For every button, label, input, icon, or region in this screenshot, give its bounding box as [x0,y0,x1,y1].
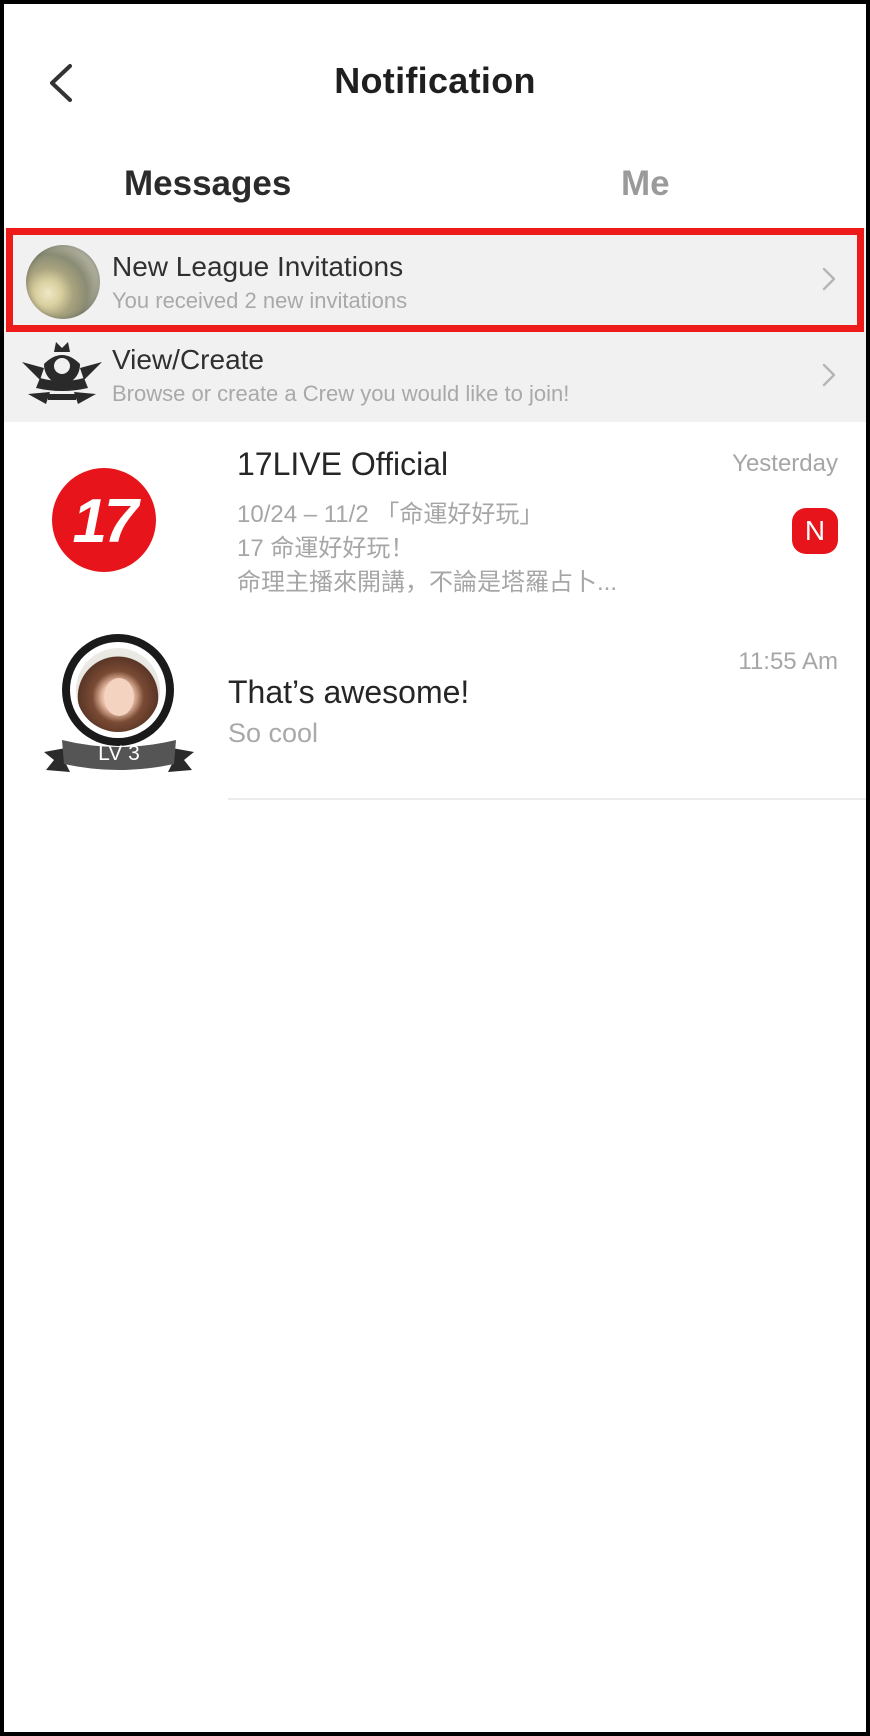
logo-text: 17 [72,487,139,556]
tab-me[interactable]: Me [621,164,670,204]
crew-view-create-row[interactable]: View/Create Browse or create a Crew you … [4,326,866,422]
message-preview-line: 命理主播來開講，不論是塔羅占卜... [237,569,618,596]
divider [228,798,866,800]
user-face [104,678,134,716]
chevron-right-icon [822,363,836,387]
level-label: LV 3 [98,742,140,765]
crew-emblem-icon [22,342,102,404]
new-badge-icon: N [792,508,838,554]
message-preview-line: 10/24 – 11/2 「命運好好玩」 [237,501,544,528]
avatar: LV 3 [42,634,196,784]
crew-subtitle: Browse or create a Crew you would like t… [112,381,570,406]
chevron-right-icon [822,267,836,291]
league-invitations-title: New League Invitations [112,251,404,282]
page-title: Notification [334,60,536,101]
avatar-ring [62,634,174,746]
message-item-user[interactable]: LV 3 That’s awesome! So cool 11:55 Am [4,632,866,802]
message-time: Yesterday [732,450,838,477]
tab-messages[interactable]: Messages [124,164,291,204]
tab-bar: Messages Me [4,154,866,228]
league-avatar [26,245,100,319]
message-sender: 17LIVE Official [237,446,449,482]
message-preview-line: 17 命運好好玩！ [237,535,415,562]
crew-title: View/Create [112,344,265,375]
17live-logo-icon: 17 [52,468,156,572]
user-photo [76,648,160,732]
league-invitations-row[interactable]: New League Invitations You received 2 ne… [4,228,866,326]
message-title: That’s awesome! [228,674,470,710]
header-bar: Notification [4,4,866,154]
message-time: 11:55 Am [738,648,838,675]
league-invitations-subtitle: You received 2 new invitations [112,288,408,313]
message-preview: So cool [228,718,319,748]
message-item-official[interactable]: 17 17LIVE Official 10/24 – 11/2 「命運好好玩」 … [4,422,866,602]
avatar-ring-inner [70,642,166,738]
notification-screen: Notification Messages Me New League Invi… [4,4,866,1732]
